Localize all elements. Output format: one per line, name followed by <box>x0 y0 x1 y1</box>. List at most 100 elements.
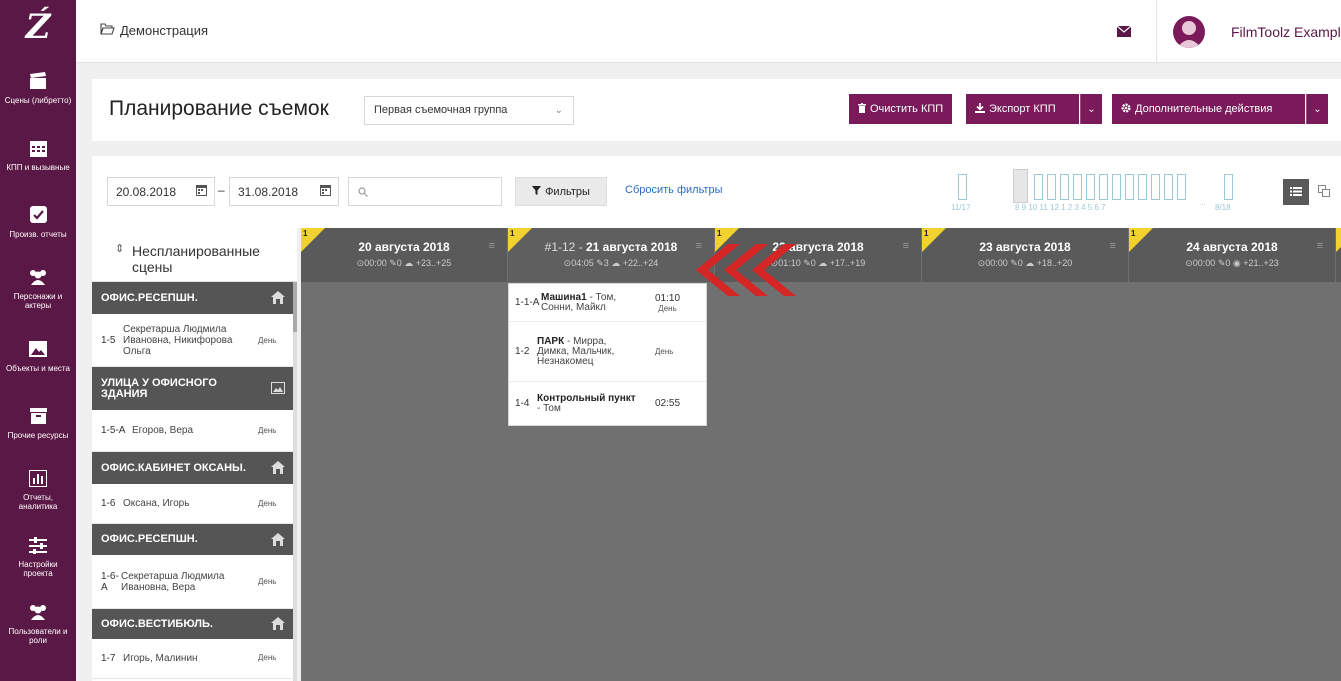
scenes-scrollbar-thumb[interactable] <box>293 282 297 332</box>
set-header[interactable]: ОФИС.РЕСЕПШН. <box>92 524 297 555</box>
breadcrumb-project[interactable]: Демонстрация <box>120 23 208 38</box>
clear-callsheet-button[interactable]: Очистить КПП <box>849 94 953 124</box>
export-callsheet-button[interactable]: Экспорт КПП <box>966 94 1079 124</box>
timeline-bar[interactable] <box>1073 174 1082 200</box>
date-to-input[interactable]: 31.08.2018 <box>229 177 339 206</box>
search-input[interactable] <box>348 177 502 206</box>
image-icon <box>271 381 285 397</box>
timeline-bar[interactable] <box>1047 174 1056 200</box>
grid-view-button[interactable] <box>1311 179 1337 205</box>
scene-row[interactable]: 1-6-А Секретарша Людмила Ивановна, Вера … <box>92 555 297 609</box>
scene-row[interactable]: 1-5-А Егоров, Вера День <box>92 410 297 452</box>
scene-row[interactable]: 1-7 Игорь, Малинин День <box>92 639 297 679</box>
set-header[interactable]: УЛИЦА У ОФИСНОГО ЗДАНИЯ <box>92 367 297 410</box>
timeline-navigator[interactable]: 11/17 8 9 10 11 12 1 2 3 4 5 6 7 ... 8/1… <box>951 169 1258 214</box>
breadcrumb[interactable]: Демонстрация <box>100 23 208 38</box>
day-column-header[interactable] <box>1336 228 1341 282</box>
scenes-scrollbar[interactable] <box>293 282 297 681</box>
set-name: ОФИС.ВЕСТИБЮЛЬ. <box>101 617 213 630</box>
day-flag <box>1336 228 1341 252</box>
menu-icon[interactable]: ≡ <box>1317 240 1323 252</box>
users-icon <box>28 602 48 622</box>
set-header[interactable]: ОФИС.КАБИНЕТ ОКСАНЫ. <box>92 452 297 484</box>
scene-number: 1-2 <box>515 346 530 357</box>
set-header[interactable]: ОФИС.ВЕСТИБЮЛЬ. <box>92 609 297 639</box>
username[interactable]: FilmToolz Example <box>1231 24 1341 40</box>
gear-icon <box>1121 103 1131 116</box>
reset-filters-link[interactable]: Сбросить фильтры <box>625 184 723 196</box>
scene-people: - Том <box>537 402 561 414</box>
menu-icon[interactable]: ≡ <box>903 240 909 252</box>
filters-button[interactable]: Фильтры <box>515 177 607 206</box>
search-icon <box>358 186 368 200</box>
sort-icon[interactable]: ⇕ <box>115 242 124 255</box>
menu-icon[interactable]: ≡ <box>489 240 495 252</box>
day-column-header[interactable]: 1 20 августа 2018 ≡ ⊙00:00 ✎0 ☁ +23..+25 <box>301 228 507 282</box>
shooting-group-select[interactable]: Первая съемочная группа ⌄ <box>364 96 574 125</box>
export-dropdown-toggle[interactable]: ⌄ <box>1080 94 1102 124</box>
sidebar-item-characters[interactable]: Персонажи и актеры <box>0 255 76 322</box>
sidebar-item-scenes[interactable]: Сцены (либретто) <box>0 54 76 121</box>
timeline-bar[interactable] <box>1099 174 1108 200</box>
sidebar-item-callsheets[interactable]: КПП и вызывные <box>0 121 76 188</box>
sidebar-label: Произв. отчеты <box>9 229 67 239</box>
day-column-header[interactable]: 1 24 августа 2018 ≡ ⊙00:00 ✎0 ◉ +21..+23 <box>1129 228 1335 282</box>
day-date: 21 августа 2018 <box>586 240 678 254</box>
list-view-button[interactable] <box>1283 179 1309 205</box>
day-date: 23 августа 2018 <box>979 240 1071 254</box>
scene-row[interactable]: 1-6 Оксана, Игорь День <box>92 484 297 524</box>
sidebar-item-analytics[interactable]: Отчеты, аналитика <box>0 456 76 523</box>
home-icon <box>271 461 285 477</box>
menu-icon[interactable]: ≡ <box>1110 240 1116 252</box>
timeline-bar[interactable] <box>1034 174 1043 200</box>
timeline-bar[interactable] <box>1151 174 1160 200</box>
scene-daypart: День <box>655 347 674 356</box>
mail-icon[interactable] <box>1116 25 1132 40</box>
timeline-bar[interactable] <box>1013 169 1028 203</box>
sidebar-label: Объекты и места <box>6 363 70 373</box>
scene-row[interactable]: 1-5 Секретарша Людмила Ивановна, Никифор… <box>92 314 297 367</box>
day-meta: ⊙00:00 ✎0 ◉ +21..+23 <box>1185 258 1279 268</box>
timeline-bar[interactable] <box>1060 174 1069 200</box>
planned-scene-row[interactable]: 1-2 ПАРК - Мирра, Димка, Мальчик, Незнак… <box>509 322 706 382</box>
timeline-bar[interactable] <box>1086 174 1095 200</box>
timeline-bar[interactable] <box>958 174 967 200</box>
day-column-header[interactable]: 1 #1-12 - 21 августа 2018 ≡ ⊙04:05 ✎3 ☁ … <box>508 228 714 282</box>
filter-bar: 20.08.2018 – 31.08.2018 Фильтры Сбросить… <box>92 156 1341 228</box>
calendar-icon[interactable] <box>196 184 207 199</box>
more-actions-button[interactable]: Дополнительные действия <box>1112 94 1305 124</box>
more-actions-dropdown-toggle[interactable]: ⌄ <box>1306 94 1328 124</box>
date-range-dash: – <box>218 183 225 197</box>
chevron-down-icon: ⌄ <box>554 105 563 116</box>
day-column-header[interactable]: 1 23 августа 2018 ≡ ⊙00:00 ✎0 ☁ +18..+20 <box>922 228 1128 282</box>
timeline-bar[interactable] <box>1224 174 1233 200</box>
sidebar-item-reports[interactable]: Произв. отчеты <box>0 188 76 255</box>
planned-scene-row[interactable]: 1-4 Контрольный пункт - Том 02:55 <box>509 382 706 425</box>
set-header[interactable]: ОФИС.РЕСЕПШН. <box>92 282 297 314</box>
timeline-bar[interactable] <box>1112 174 1121 200</box>
sidebar-item-resources[interactable]: Прочие ресурсы <box>0 389 76 456</box>
chevron-down-icon: ⌄ <box>1087 103 1096 115</box>
avatar[interactable] <box>1173 16 1205 48</box>
date-from-input[interactable]: 20.08.2018 <box>107 177 215 206</box>
timeline-bar[interactable] <box>1138 174 1147 200</box>
image-icon <box>28 339 48 359</box>
download-icon <box>975 102 985 116</box>
chevron-down-icon: ⌄ <box>1313 103 1322 115</box>
sidebar-item-settings[interactable]: Настройки проекта <box>0 523 76 590</box>
sidebar-label: КПП и вызывные <box>6 162 70 172</box>
app-logo[interactable]: Ź <box>0 0 76 54</box>
sidebar-item-users[interactable]: Пользователи и роли <box>0 590 76 657</box>
timeline-bar[interactable] <box>1177 174 1186 200</box>
scene-timing: День <box>655 347 673 356</box>
planned-scene-row[interactable]: 1-1-А Машина1 - Том, Сонни, Майкл 01:10 Д… <box>509 284 706 322</box>
set-name: УЛИЦА У ОФИСНОГО ЗДАНИЯ <box>101 376 217 400</box>
timeline-bar[interactable] <box>1164 174 1173 200</box>
calendar-icon[interactable] <box>320 184 331 199</box>
date-to-value: 31.08.2018 <box>238 185 299 199</box>
sidebar-item-locations[interactable]: Объекты и места <box>0 322 76 389</box>
filters-label: Фильтры <box>545 185 590 198</box>
timeline-bar[interactable] <box>1125 174 1134 200</box>
folder-open-icon <box>100 23 115 38</box>
scene-daypart: День <box>258 335 277 345</box>
